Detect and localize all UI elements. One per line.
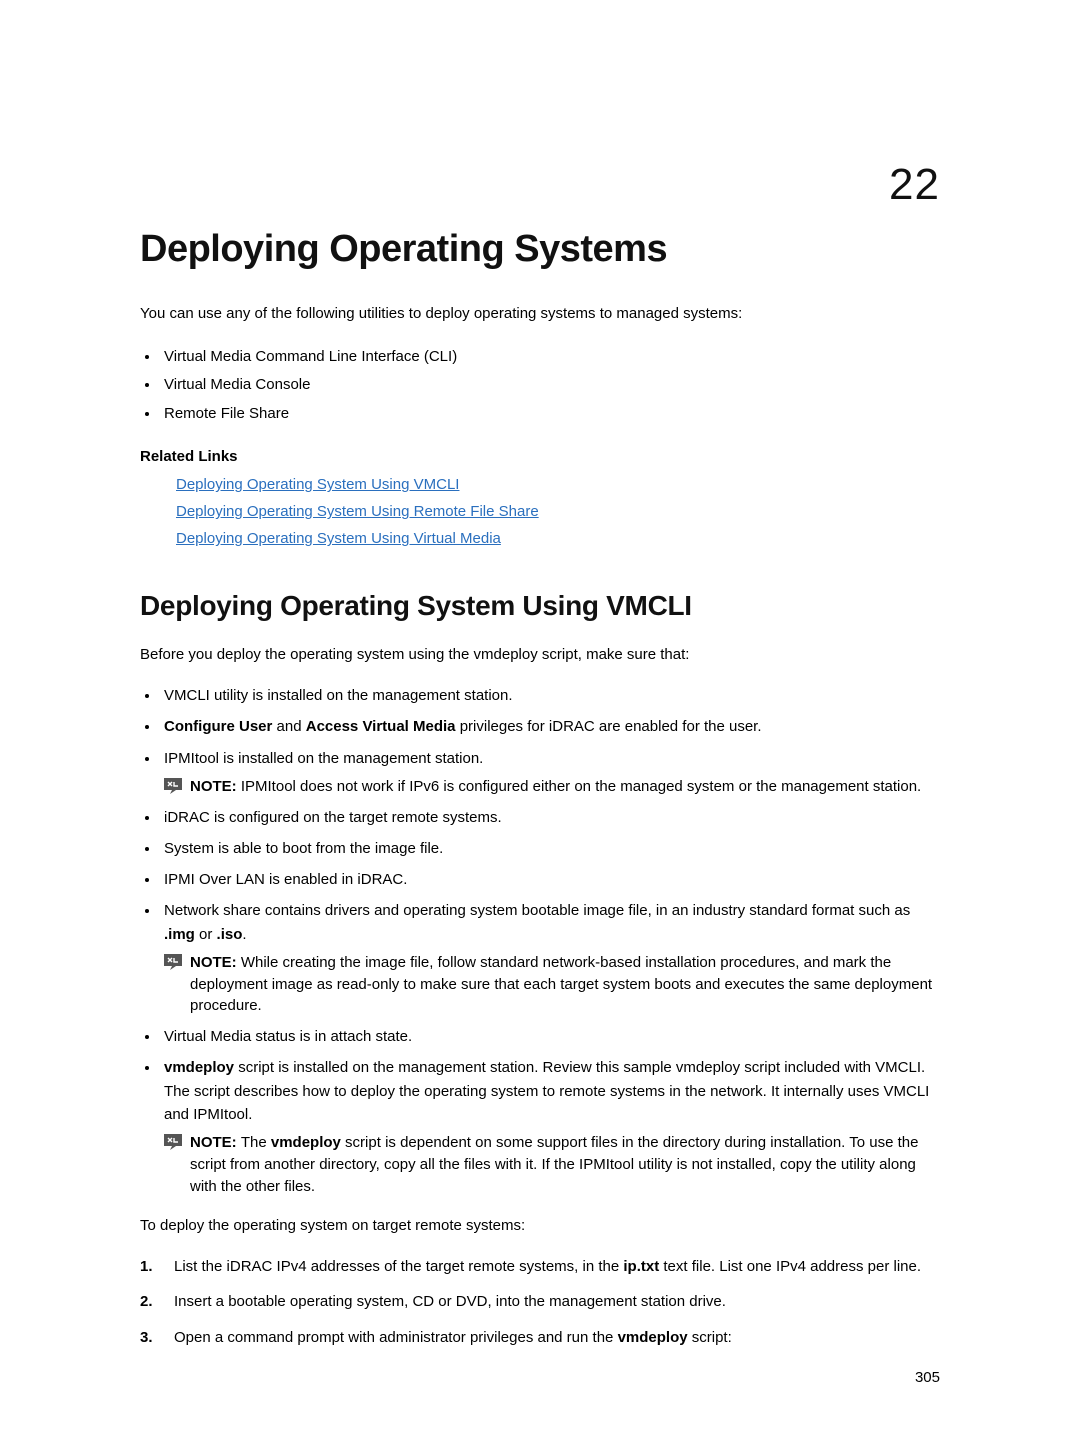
list-item: Network share contains drivers and opera…	[160, 899, 940, 1017]
note-callout: NOTE: IPMItool does not work if IPv6 is …	[164, 776, 940, 798]
page-title: Deploying Operating Systems	[140, 228, 940, 271]
deploy-intro: To deploy the operating system on target…	[140, 1215, 940, 1237]
related-links-heading: Related Links	[140, 448, 940, 465]
list-item: VMCLI utility is installed on the manage…	[160, 684, 940, 707]
list-item: iDRAC is configured on the target remote…	[160, 806, 940, 829]
related-link[interactable]: Deploying Operating System Using VMCLI	[176, 476, 459, 493]
intro-paragraph: You can use any of the following utiliti…	[140, 303, 940, 325]
note-icon	[164, 778, 182, 794]
bold-text: vmdeploy	[618, 1329, 688, 1346]
list-item: Virtual Media status is in attach state.	[160, 1025, 940, 1048]
related-links-block: Deploying Operating System Using VMCLI D…	[140, 471, 940, 552]
list-item: IPMI Over LAN is enabled in iDRAC.	[160, 868, 940, 891]
section-heading: Deploying Operating System Using VMCLI	[140, 590, 940, 622]
list-item: IPMItool is installed on the management …	[160, 747, 940, 798]
bold-text: vmdeploy	[164, 1059, 234, 1076]
text: While creating the image file, follow st…	[190, 954, 932, 1015]
text: and	[272, 718, 305, 735]
text: Open a command prompt with administrator…	[174, 1329, 618, 1346]
text: IPMItool is installed on the management …	[164, 750, 483, 767]
note-callout: NOTE: While creating the image file, fol…	[164, 952, 940, 1017]
text: script is installed on the management st…	[164, 1059, 929, 1123]
text: IPMItool does not work if IPv6 is config…	[241, 778, 921, 795]
note-label: NOTE:	[190, 1134, 241, 1151]
related-link[interactable]: Deploying Operating System Using Virtual…	[176, 530, 501, 547]
note-icon	[164, 954, 182, 970]
bold-text: vmdeploy	[271, 1134, 341, 1151]
section-intro: Before you deploy the operating system u…	[140, 644, 940, 666]
page-number: 305	[915, 1369, 940, 1386]
text: List the iDRAC IPv4 addresses of the tar…	[174, 1258, 623, 1275]
list-item: Remote File Share	[160, 400, 940, 429]
utilities-list: Virtual Media Command Line Interface (CL…	[140, 343, 940, 429]
deploy-steps: List the iDRAC IPv4 addresses of the tar…	[140, 1255, 940, 1349]
related-link[interactable]: Deploying Operating System Using Remote …	[176, 503, 539, 520]
bold-text: .img	[164, 926, 195, 943]
note-text: NOTE: The vmdeploy script is dependent o…	[190, 1132, 940, 1197]
list-item: Virtual Media Console	[160, 371, 940, 400]
step-item: Open a command prompt with administrator…	[140, 1326, 940, 1349]
list-item: Virtual Media Command Line Interface (CL…	[160, 343, 940, 372]
prerequisites-list: VMCLI utility is installed on the manage…	[140, 684, 940, 1197]
note-label: NOTE:	[190, 954, 241, 971]
text: script:	[688, 1329, 732, 1346]
text: text file. List one IPv4 address per lin…	[659, 1258, 921, 1275]
text: or	[195, 926, 217, 943]
step-item: Insert a bootable operating system, CD o…	[140, 1290, 940, 1313]
bold-text: .iso	[217, 926, 243, 943]
list-item: vmdeploy script is installed on the mana…	[160, 1056, 940, 1197]
text: Network share contains drivers and opera…	[164, 902, 910, 919]
note-icon	[164, 1134, 182, 1150]
note-text: NOTE: While creating the image file, fol…	[190, 952, 940, 1017]
bold-text: ip.txt	[623, 1258, 659, 1275]
note-label: NOTE:	[190, 778, 241, 795]
list-item: System is able to boot from the image fi…	[160, 837, 940, 860]
chapter-number: 22	[140, 160, 940, 210]
note-text: NOTE: IPMItool does not work if IPv6 is …	[190, 776, 940, 798]
list-item: Configure User and Access Virtual Media …	[160, 715, 940, 738]
bold-text: Access Virtual Media	[306, 718, 456, 735]
bold-text: Configure User	[164, 718, 272, 735]
text: privileges for iDRAC are enabled for the…	[456, 718, 762, 735]
text: .	[242, 926, 246, 943]
step-item: List the iDRAC IPv4 addresses of the tar…	[140, 1255, 940, 1278]
note-callout: NOTE: The vmdeploy script is dependent o…	[164, 1132, 940, 1197]
text: The	[241, 1134, 271, 1151]
